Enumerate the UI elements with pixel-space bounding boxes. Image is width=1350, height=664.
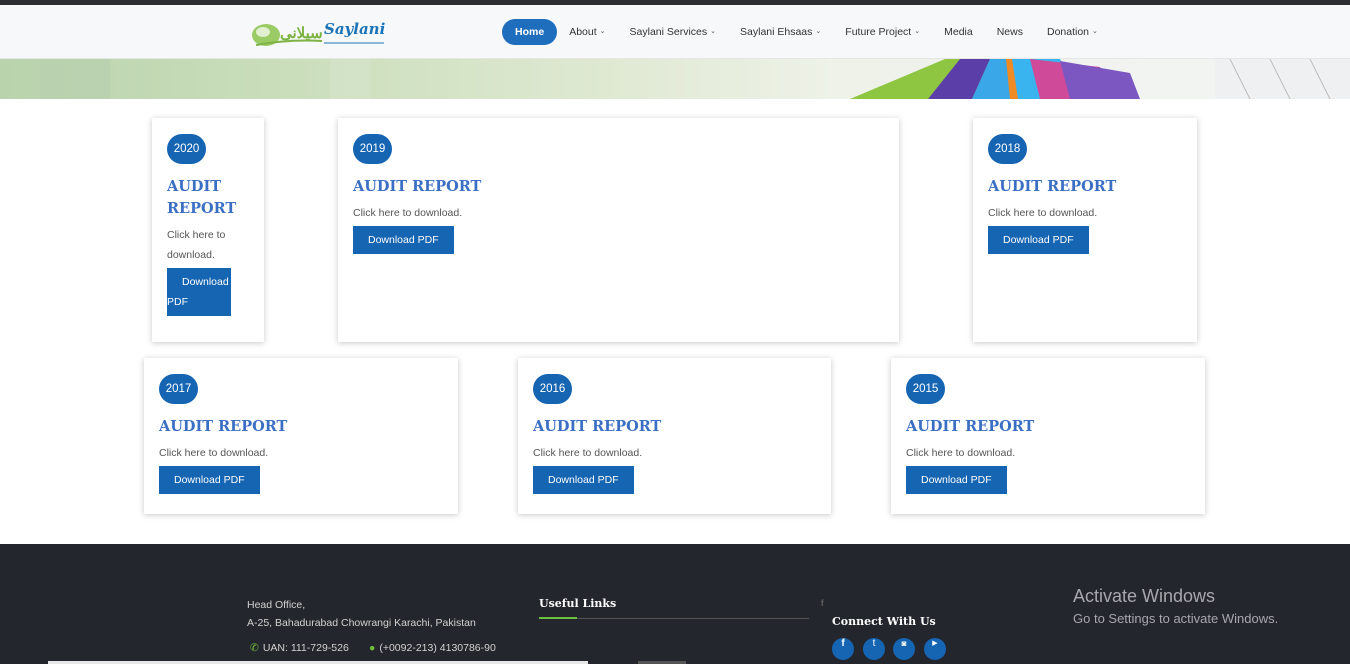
banner-chart-graphic-icon <box>40 59 1350 99</box>
uan-text: UAN: 111-729-526 <box>262 642 349 654</box>
useful-links-heading: Useful Links <box>539 597 617 610</box>
twitter-icon[interactable]: t <box>863 638 885 660</box>
card-description: Click here to download. <box>167 229 226 261</box>
phone-icon: ✆ <box>250 642 259 654</box>
download-pdf-button[interactable]: Download PDF <box>906 466 1007 494</box>
heading-accent-line <box>539 617 577 619</box>
download-pdf-button[interactable]: Download PDF <box>353 226 454 254</box>
logo-urdu-text: سیلانی <box>280 25 323 42</box>
phone-text: (+0092-213) 4130786-90 <box>379 642 496 654</box>
activate-windows-subtitle: Go to Settings to activate Windows. <box>1073 611 1279 626</box>
card-description: Click here to download. <box>988 207 1098 219</box>
nav-about[interactable]: About ⌄ <box>557 19 617 45</box>
nav-home-label: Home <box>515 26 545 38</box>
year-badge: 2015 <box>906 374 945 404</box>
stray-facebook-glyph: f <box>821 598 824 608</box>
nav-saylani-services[interactable]: Saylani Services ⌄ <box>618 19 729 45</box>
year-badge: 2020 <box>167 134 206 164</box>
main-nav: Home About ⌄ Saylani Services ⌄ Saylani Eh… <box>502 19 1110 45</box>
nav-saylani-services-label: Saylani Services <box>629 26 708 38</box>
audit-card-2018: 2018 AUDIT REPORT Click here to download… <box>973 118 1197 342</box>
chevron-down-icon: ⌄ <box>710 28 717 35</box>
facebook-icon[interactable]: f <box>832 638 854 660</box>
nav-news[interactable]: News <box>985 19 1035 45</box>
download-pdf-button[interactable]: Download PDF <box>167 268 231 316</box>
audit-card-2016: 2016 AUDIT REPORT Click here to download… <box>518 358 831 514</box>
saylani-logo[interactable]: سیلانی Saylani <box>250 15 390 51</box>
nav-media[interactable]: Media <box>932 19 985 45</box>
site-header: سیلانی Saylani Home About ⌄ Saylani Servi… <box>0 5 1350 59</box>
card-title: AUDIT REPORT <box>159 418 288 435</box>
instagram-icon[interactable]: ◙ <box>893 638 915 660</box>
nav-about-label: About <box>569 26 597 38</box>
nav-home[interactable]: Home <box>502 19 558 45</box>
logo-brand-text: Saylani <box>324 20 386 38</box>
nav-donation-label: Donation <box>1046 26 1090 38</box>
download-pdf-button[interactable]: Download PDF <box>533 466 634 494</box>
download-pdf-button[interactable]: Download PDF <box>988 226 1089 254</box>
nav-future-project-label: Future Project <box>845 26 912 38</box>
card-description: Click here to download. <box>906 447 1016 459</box>
nav-saylani-ehsaas-label: Saylani Ehsaas <box>740 26 813 38</box>
year-badge: 2018 <box>988 134 1027 164</box>
card-description: Click here to download. <box>159 447 269 459</box>
card-description: Click here to download. <box>353 207 463 219</box>
year-badge: 2019 <box>353 134 392 164</box>
download-pdf-button[interactable]: Download PDF <box>159 466 260 494</box>
nav-future-project[interactable]: Future Project ⌄ <box>833 19 932 45</box>
card-description: Click here to download. <box>533 447 643 459</box>
phone-contact: ● (+0092-213) 4130786-90 <box>369 642 496 654</box>
address-line-2: A-25, Bahadurabad Chowrangi Karachi, Pak… <box>247 617 476 629</box>
globe-icon: ● <box>369 642 376 654</box>
card-title: AUDIT REPORT <box>167 178 237 217</box>
year-badge: 2016 <box>533 374 572 404</box>
card-title: AUDIT REPORT <box>988 178 1117 195</box>
hero-banner-image <box>0 59 1350 99</box>
heading-divider-line <box>577 618 809 619</box>
address-line-1: Head Office, <box>247 599 306 611</box>
card-title: AUDIT REPORT <box>906 418 1035 435</box>
activate-windows-title: Activate Windows <box>1073 586 1216 606</box>
connect-with-us-heading: Connect With Us <box>832 615 936 628</box>
chevron-down-icon: ⌄ <box>815 28 822 35</box>
audit-card-2020: 2020 AUDIT REPORT Click here to download… <box>152 118 264 342</box>
chevron-down-icon: ⌄ <box>914 28 921 35</box>
audit-card-2015: 2015 AUDIT REPORT Click here to download… <box>891 358 1205 514</box>
year-badge: 2017 <box>159 374 198 404</box>
youtube-icon[interactable]: ▶ <box>924 638 946 660</box>
card-title: AUDIT REPORT <box>353 178 482 195</box>
audit-card-2017: 2017 AUDIT REPORT Click here to download… <box>144 358 458 514</box>
nav-media-label: Media <box>944 26 973 38</box>
card-title: AUDIT REPORT <box>533 418 662 435</box>
uan-contact: ✆ UAN: 111-729-526 <box>250 642 349 654</box>
chevron-down-icon: ⌄ <box>1092 28 1098 35</box>
audit-card-2019: 2019 AUDIT REPORT Click here to download… <box>338 118 899 342</box>
chevron-down-icon: ⌄ <box>599 28 606 35</box>
nav-saylani-ehsaas[interactable]: Saylani Ehsaas ⌄ <box>728 19 833 45</box>
nav-news-label: News <box>996 26 1023 38</box>
nav-donation[interactable]: Donation ⌄ <box>1035 19 1110 45</box>
